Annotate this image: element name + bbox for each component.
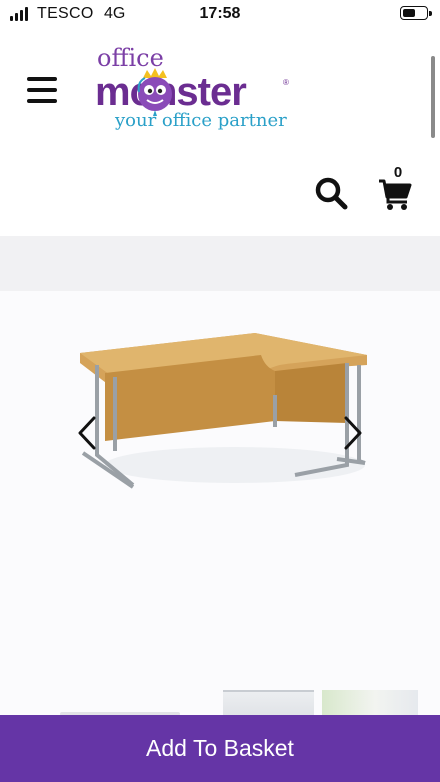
monster-mascot-icon — [137, 68, 172, 116]
logo-tagline: your office partner — [115, 110, 287, 131]
status-time: 17:58 — [199, 5, 241, 22]
status-bar: TESCO 4G 17:58 — [0, 0, 440, 30]
hamburger-icon[interactable] — [27, 77, 57, 103]
chevron-left-icon[interactable] — [76, 415, 98, 451]
site-logo[interactable]: office monster ® your office partner — [95, 44, 305, 136]
breadcrumb-band — [0, 236, 440, 291]
search-icon[interactable] — [314, 176, 348, 210]
add-to-basket-button[interactable]: Add To Basket — [0, 715, 440, 782]
thumbnail-image[interactable] — [322, 690, 418, 716]
cart-icon[interactable] — [378, 177, 412, 211]
chevron-right-icon[interactable] — [342, 415, 364, 451]
product-image[interactable] — [75, 325, 375, 495]
battery-icon — [400, 6, 432, 20]
logo-registered-mark: ® — [283, 78, 289, 87]
scroll-indicator — [431, 56, 435, 138]
thumbnail-image[interactable] — [223, 690, 314, 718]
